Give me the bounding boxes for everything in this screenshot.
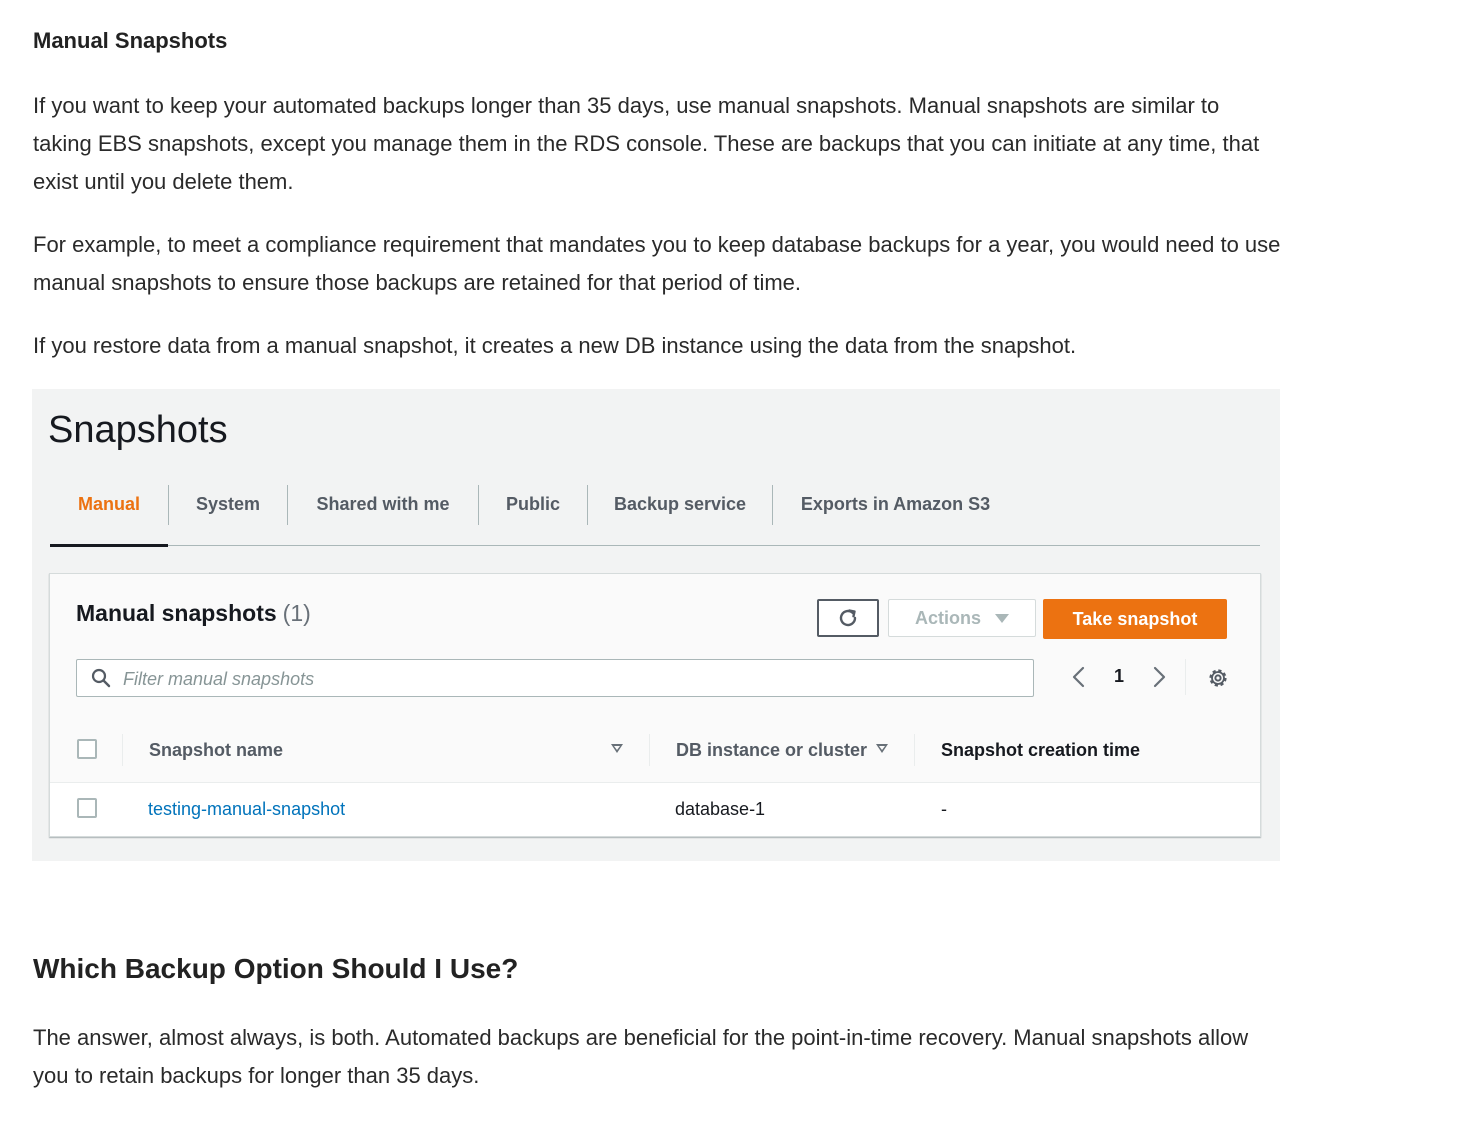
tab-shared-with-me[interactable]: Shared with me [288, 485, 478, 545]
page-title: Snapshots [48, 409, 228, 451]
filter-field[interactable] [76, 659, 1034, 698]
table-row: testing-manual-snapshot database-1 - [50, 783, 1260, 836]
select-all-checkbox[interactable] [77, 739, 97, 759]
container-title: Manual snapshots (1) [76, 600, 311, 627]
search-icon [91, 668, 111, 688]
gear-icon[interactable] [1206, 666, 1230, 690]
column-divider [649, 734, 650, 766]
sort-icon[interactable] [876, 744, 888, 753]
tab-manual[interactable]: Manual [50, 485, 168, 545]
actions-label: Actions [914, 607, 981, 628]
active-tab-indicator [50, 544, 168, 547]
sort-icon[interactable] [611, 744, 623, 753]
filter-input[interactable] [121, 660, 1025, 698]
refresh-icon [839, 609, 857, 627]
column-divider [122, 734, 123, 766]
column-header-db-instance[interactable]: DB instance or cluster [676, 740, 867, 761]
tab-backup-service[interactable]: Backup service [588, 485, 772, 545]
refresh-button[interactable] [817, 599, 879, 637]
current-page-number[interactable]: 1 [1114, 666, 1124, 687]
section-heading-manual-snapshots: Manual Snapshots [33, 28, 228, 53]
chevron-left-icon[interactable] [1070, 666, 1088, 688]
snapshot-count: (1) [282, 600, 311, 626]
paragraph-example: For example, to meet a compliance requir… [33, 232, 1281, 295]
manual-snapshots-container: Manual snapshots (1) Actions Take snapsho… [49, 573, 1261, 837]
section-heading-which-backup: Which Backup Option Should I Use? [33, 953, 519, 984]
take-snapshot-button[interactable]: Take snapshot [1043, 599, 1227, 639]
chevron-right-icon[interactable] [1150, 666, 1168, 688]
column-header-snapshot-name[interactable]: Snapshot name [149, 740, 283, 761]
container-title-text: Manual snapshots [76, 600, 277, 626]
snapshots-console-screenshot: Snapshots Manual System Shared with me P… [32, 389, 1280, 861]
tab-bar: Manual System Shared with me Public Back… [50, 485, 1260, 547]
table-header-row: Snapshot name DB instance or cluster Sna… [50, 718, 1260, 783]
snapshot-name-link[interactable]: testing-manual-snapshot [148, 799, 345, 820]
actions-dropdown-button[interactable]: Actions [888, 599, 1036, 637]
caret-down-icon [995, 613, 1009, 623]
tab-exports-in-amazon-s3[interactable]: Exports in Amazon S3 [773, 485, 1018, 545]
tab-public[interactable]: Public [479, 485, 587, 545]
creation-time-cell: - [941, 799, 947, 819]
column-divider [914, 734, 915, 766]
pager-divider [1185, 659, 1186, 695]
tab-system[interactable]: System [169, 485, 287, 545]
column-header-creation-time[interactable]: Snapshot creation time [941, 740, 1140, 761]
paragraph-answer: The answer, almost always, is both. Auto… [33, 1025, 1249, 1088]
row-checkbox[interactable] [77, 798, 97, 818]
db-instance-cell: database-1 [675, 799, 766, 819]
paragraph-intro: If you want to keep your automated backu… [33, 93, 1260, 194]
paragraph-restore: If you restore data from a manual snapsh… [33, 333, 1077, 358]
container-header: Manual snapshots (1) Actions Take snapsho… [50, 574, 1260, 719]
